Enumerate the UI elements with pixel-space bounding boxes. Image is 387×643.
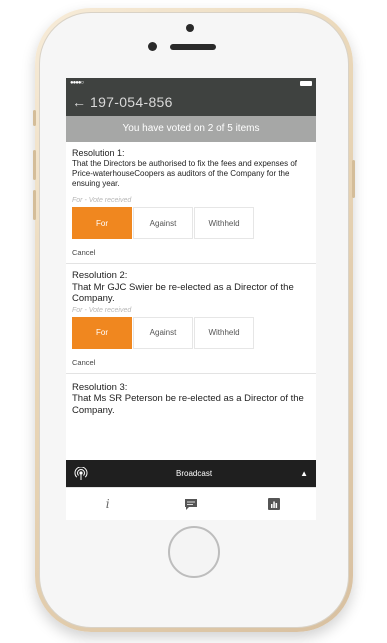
bar-chart-icon	[268, 498, 281, 510]
resolution-item: Resolution 1: That the Directors be auth…	[66, 142, 316, 264]
power-button	[352, 160, 355, 198]
vote-options: For Against Withheld	[72, 207, 311, 239]
resolution-text: That Ms SR Peterson be re-elected as a D…	[72, 393, 304, 416]
volume-down-button	[33, 190, 36, 220]
arrow-left-icon[interactable]: ←	[72, 95, 86, 109]
vote-status: For - Vote received	[72, 306, 132, 314]
broadcast-label: Broadcast	[176, 469, 213, 478]
vote-options: For Against Withheld	[72, 316, 311, 349]
status-bar: ●●●●○	[66, 78, 316, 88]
info-icon: i	[105, 497, 110, 511]
resolution-title: Resolution 2:	[72, 270, 128, 281]
cancel-vote-link[interactable]: Cancel	[72, 248, 311, 257]
vote-for-button[interactable]: For	[72, 207, 132, 239]
resolution-text: That Mr GJC Swier be re-elected as a Dir…	[72, 281, 294, 305]
tab-results[interactable]	[254, 489, 294, 519]
resolution-item: Resolution 2: That Mr GJC Swier be re-el…	[66, 264, 316, 374]
vote-against-button[interactable]: Against	[133, 207, 193, 239]
bottom-tab-bar: i	[66, 487, 316, 520]
broadcast-icon	[74, 466, 88, 480]
resolution-list: Resolution 1: That the Directors be auth…	[66, 142, 316, 420]
chat-icon	[184, 498, 197, 510]
vote-status: For - Vote received	[72, 197, 132, 204]
tab-chat[interactable]	[171, 489, 211, 519]
cancel-vote-link[interactable]: Cancel	[72, 358, 311, 367]
vote-progress-banner: You have voted on 2 of 5 items	[66, 116, 316, 142]
battery-icon	[300, 80, 312, 86]
vote-withheld-button[interactable]: Withheld	[194, 207, 254, 239]
signal-icon: ●●●●○	[70, 80, 84, 86]
chevron-up-icon[interactable]: ▲	[300, 469, 308, 478]
front-camera	[148, 42, 157, 51]
home-button[interactable]	[168, 526, 220, 578]
vote-against-button[interactable]: Against	[133, 316, 193, 349]
proximity-sensor	[186, 24, 194, 32]
vote-withheld-button[interactable]: Withheld	[194, 316, 254, 349]
mute-switch	[33, 110, 36, 126]
page-title: 197-054-856	[90, 94, 173, 110]
resolution-text: That the Directors be authorised to fix …	[72, 159, 298, 188]
app-header: ← 197-054-856	[66, 88, 316, 116]
resolution-title: Resolution 3:	[72, 381, 128, 393]
app-screen: ●●●●○ ← 197-054-856 You have voted on 2 …	[66, 78, 316, 520]
broadcast-bar[interactable]: Broadcast ▲	[66, 460, 316, 487]
earpiece-speaker	[170, 44, 216, 50]
tab-info[interactable]: i	[88, 489, 128, 519]
resolution-item: Resolution 3: That Ms SR Peterson be re-…	[66, 374, 316, 421]
volume-up-button	[33, 150, 36, 180]
vote-for-button[interactable]: For	[72, 316, 132, 349]
resolution-title: Resolution 1:	[72, 148, 125, 158]
